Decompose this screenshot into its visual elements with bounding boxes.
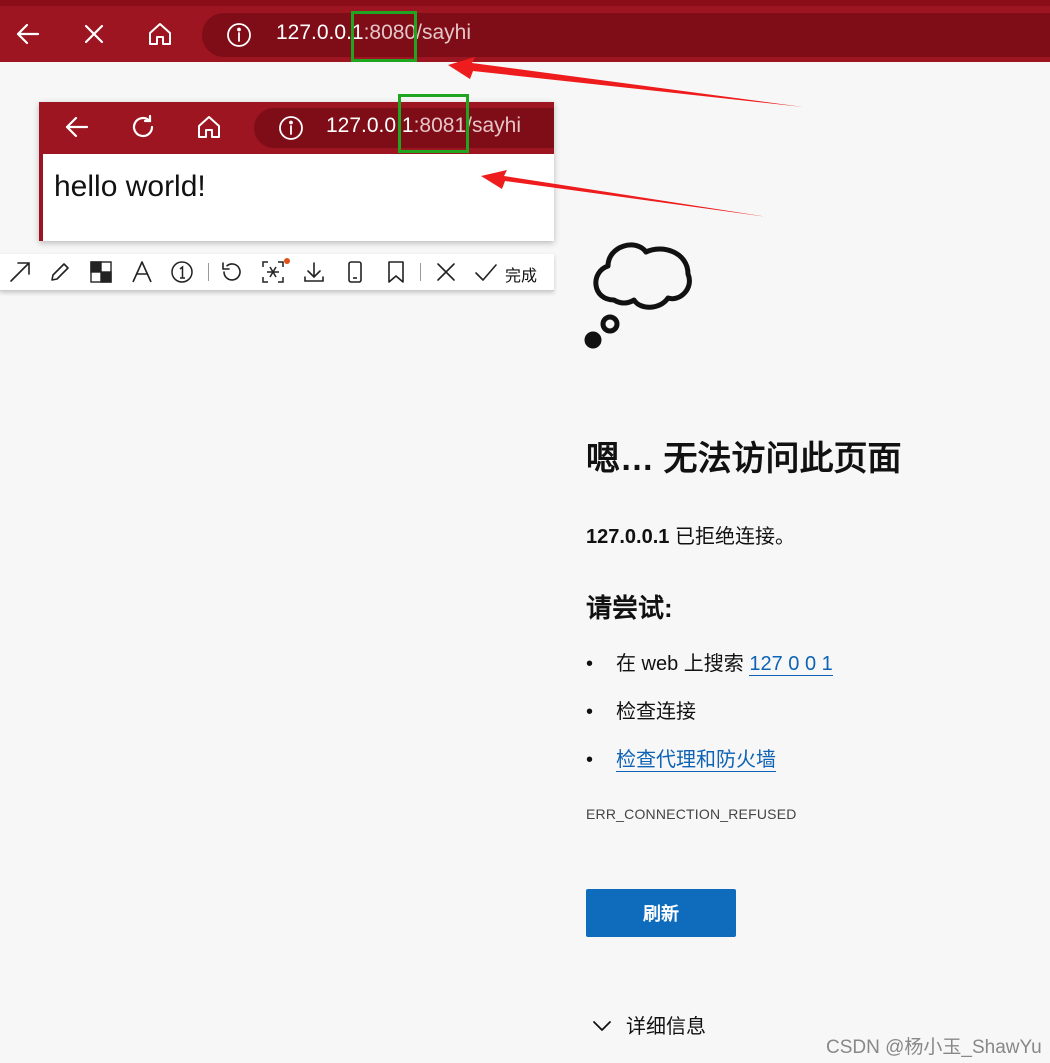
bullet: • bbox=[586, 653, 594, 675]
ocr-icon[interactable] bbox=[261, 260, 285, 284]
error-message: 已拒绝连接。 bbox=[669, 526, 795, 548]
suggestion-item: • 检查连接 bbox=[586, 695, 696, 724]
search-link[interactable]: 127 0 0 1 bbox=[749, 653, 833, 676]
stop-icon[interactable] bbox=[80, 20, 108, 48]
inset-browser-toolbar: 127.0.0.1:8081/sayhi bbox=[39, 102, 554, 154]
red-arrow bbox=[448, 57, 803, 107]
suggestion-text: 检查连接 bbox=[616, 701, 696, 723]
url-path: /sayhi bbox=[416, 21, 472, 44]
page-content-text: hello world! bbox=[54, 170, 206, 203]
check-icon[interactable] bbox=[474, 260, 498, 284]
address-bar[interactable]: 127.0.0.1:8080/sayhi bbox=[202, 13, 1050, 57]
thought-bubble-icon bbox=[584, 236, 699, 351]
pin-icon[interactable] bbox=[343, 260, 367, 284]
mosaic-icon[interactable] bbox=[89, 260, 113, 284]
try-heading: 请尝试: bbox=[586, 593, 673, 623]
inset-edge bbox=[39, 154, 43, 241]
bookmark-icon[interactable] bbox=[384, 260, 408, 284]
bullet: • bbox=[586, 749, 594, 771]
close-icon[interactable] bbox=[434, 260, 458, 284]
proxy-firewall-link[interactable]: 检查代理和防火墙 bbox=[616, 749, 776, 772]
done-label[interactable]: 完成 bbox=[505, 262, 537, 286]
annotation-toolbar: 完成 bbox=[0, 254, 554, 291]
details-label: 详细信息 bbox=[626, 1016, 706, 1038]
inset-screenshot: 127.0.0.1:8081/sayhi hello world! bbox=[39, 102, 554, 241]
port-highlight-box bbox=[398, 94, 469, 153]
back-icon[interactable] bbox=[63, 113, 91, 141]
suggestion-item: • 在 web 上搜索 127 0 0 1 bbox=[586, 647, 833, 676]
info-icon[interactable] bbox=[278, 115, 304, 141]
home-icon[interactable] bbox=[195, 113, 223, 141]
info-icon[interactable] bbox=[226, 22, 252, 48]
port-highlight-box bbox=[351, 11, 417, 62]
notification-dot bbox=[284, 258, 290, 264]
number-icon[interactable] bbox=[170, 260, 194, 284]
bullet: • bbox=[586, 701, 594, 723]
suggestion-item: • 检查代理和防火墙 bbox=[586, 743, 776, 772]
error-code: ERR_CONNECTION_REFUSED bbox=[586, 806, 797, 822]
toolbar-divider bbox=[420, 263, 421, 281]
chevron-down-icon bbox=[593, 1021, 611, 1031]
download-icon[interactable] bbox=[302, 260, 326, 284]
pencil-icon[interactable] bbox=[48, 260, 72, 284]
error-host: 127.0.0.1 bbox=[586, 526, 670, 548]
suggestion-text: 在 web 上搜索 bbox=[616, 653, 750, 675]
text-icon[interactable] bbox=[130, 260, 154, 284]
back-icon[interactable] bbox=[14, 20, 42, 48]
url-path: /sayhi bbox=[466, 114, 522, 137]
toolbar-divider bbox=[208, 263, 209, 281]
error-description: 127.0.0.1 已拒绝连接。 bbox=[586, 520, 795, 549]
page-title: 嗯… 无法访问此页面 bbox=[586, 440, 902, 478]
watermark: CSDN @杨小玉_ShawYu bbox=[826, 1037, 1042, 1058]
undo-icon[interactable] bbox=[220, 260, 244, 284]
home-icon[interactable] bbox=[146, 20, 174, 48]
arrow-icon[interactable] bbox=[8, 260, 32, 284]
refresh-icon[interactable] bbox=[129, 113, 157, 141]
refresh-button[interactable]: 刷新 bbox=[586, 889, 736, 937]
details-toggle[interactable]: 详细信息 bbox=[592, 1010, 706, 1039]
browser-toolbar: 127.0.0.1:8080/sayhi bbox=[0, 0, 1050, 62]
